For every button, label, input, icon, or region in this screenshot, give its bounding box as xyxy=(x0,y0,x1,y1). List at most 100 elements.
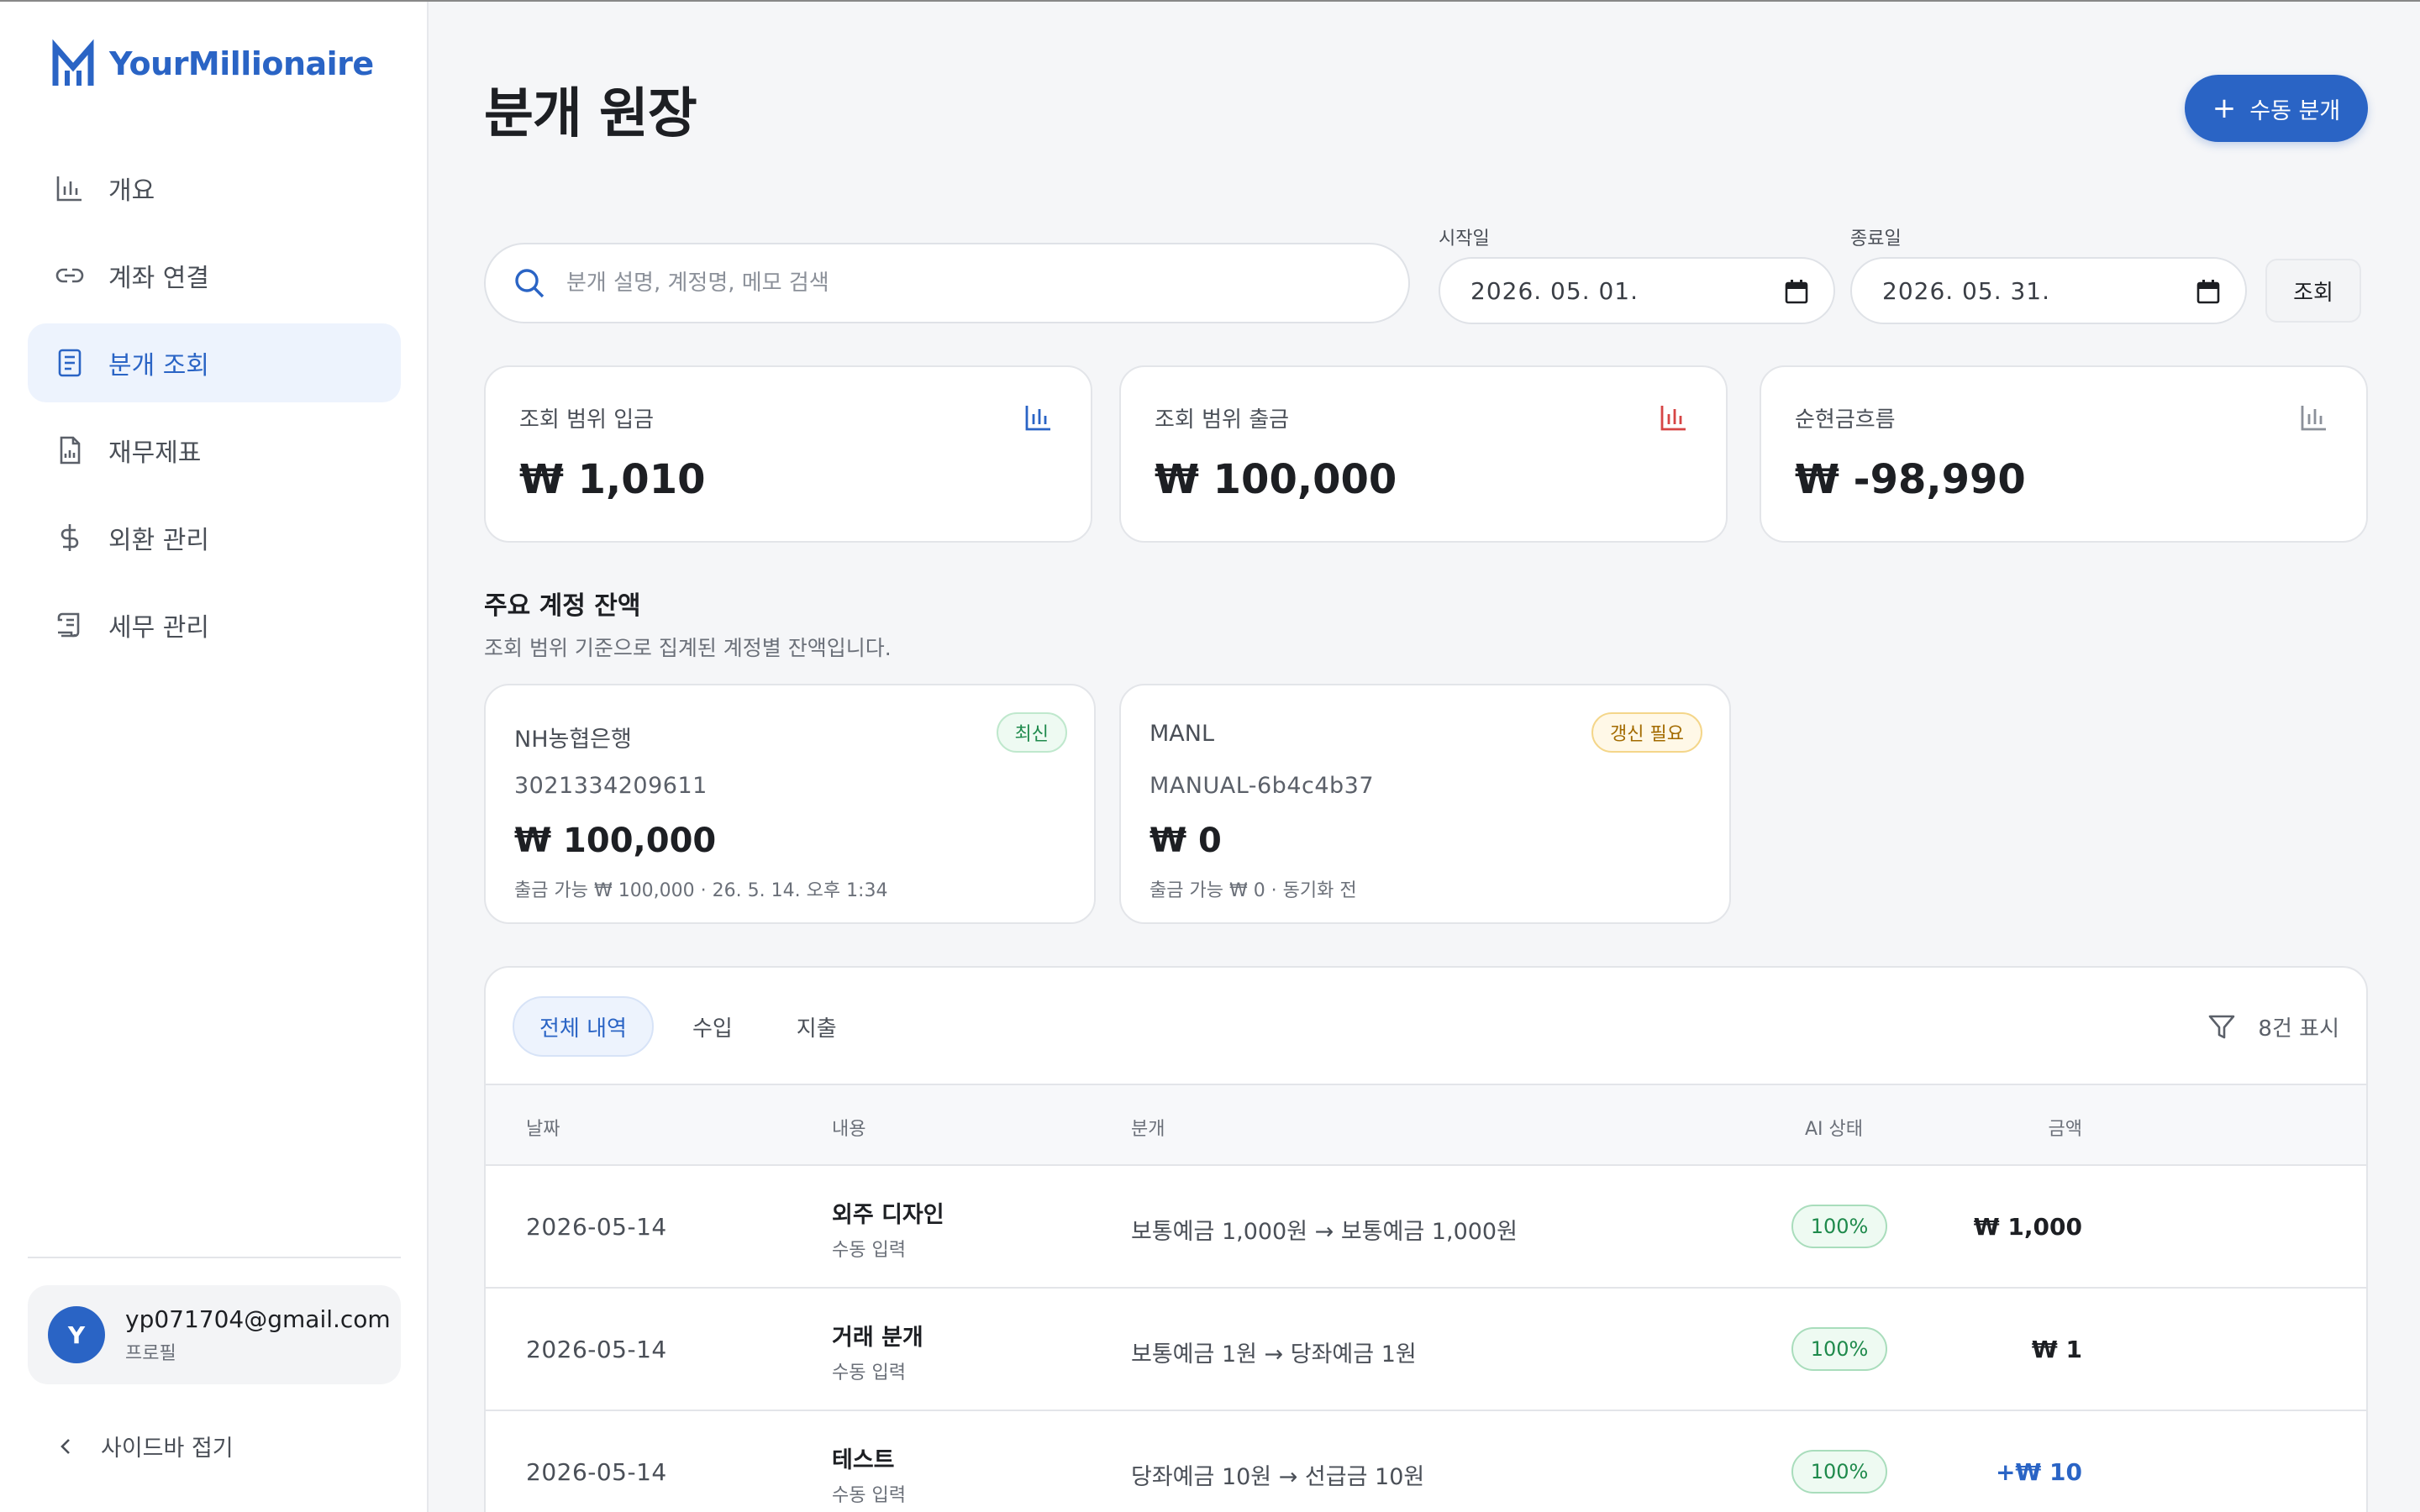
tab-all[interactable]: 전체 내역 xyxy=(513,996,654,1057)
ai-status-badge: 100% xyxy=(1791,1205,1887,1248)
section-title: 주요 계정 잔액 xyxy=(484,591,641,621)
stat-value: ₩ 1,010 xyxy=(519,456,706,503)
stat-value: ₩ -98,990 xyxy=(1795,456,2026,503)
row-count-label: 8건 표시 xyxy=(2258,1016,2339,1042)
stat-card-net-cashflow: 순현금흐름 ₩ -98,990 xyxy=(1760,365,2368,543)
chevron-left-icon xyxy=(60,1438,70,1454)
document-list-icon xyxy=(55,348,85,378)
column-entry: 분개 xyxy=(1131,1119,1165,1140)
end-date-field[interactable]: 2026. 05. 31. xyxy=(1850,257,2247,324)
sidebar-item-account-link[interactable]: 계좌 연결 xyxy=(28,236,401,315)
tab-expense[interactable]: 지출 xyxy=(771,996,862,1057)
column-date: 날짜 xyxy=(526,1119,560,1140)
search-icon xyxy=(515,269,544,298)
row-amount: +₩ 10 xyxy=(1995,1458,2082,1486)
bar-chart-icon xyxy=(1025,406,1050,431)
bar-chart-icon xyxy=(2301,406,2326,431)
row-amount: ₩ 1,000 xyxy=(1973,1213,2082,1241)
account-name: NH농협은행 xyxy=(514,727,632,753)
row-title: 테스트 xyxy=(832,1447,895,1473)
bar-chart-icon xyxy=(1660,406,1686,431)
plus-icon: + xyxy=(2212,92,2237,125)
sidebar-item-financial-statements[interactable]: 재무제표 xyxy=(28,411,401,490)
start-date-value: 2026. 05. 01. xyxy=(1470,276,1639,305)
account-name: MANL xyxy=(1150,721,1215,747)
sidebar-item-overview[interactable]: 개요 xyxy=(28,149,401,228)
ledger-table-card: 전체 내역 수입 지출 8건 표시 날짜 내용 분개 금액 AI 상태 2026… xyxy=(484,966,2368,1512)
ledger-tabs: 전체 내역 수입 지출 xyxy=(513,996,862,1057)
stat-label: 순현금흐름 xyxy=(1795,407,1896,433)
start-date-field[interactable]: 2026. 05. 01. xyxy=(1439,257,1835,324)
profile-email: yp071704@gmail.com xyxy=(125,1305,391,1333)
sidebar-item-label: 재무제표 xyxy=(108,438,202,468)
section-subtitle: 조회 범위 기준으로 집계된 계정별 잔액입니다. xyxy=(484,636,892,660)
profile-link-label: 프로필 xyxy=(125,1342,176,1364)
stat-card-inflow: 조회 범위 입금 ₩ 1,010 xyxy=(484,365,1092,543)
link-icon xyxy=(55,260,85,291)
page-title: 분개 원장 xyxy=(484,83,697,145)
filter-icon xyxy=(2209,1015,2235,1038)
sidebar-item-journal[interactable]: 분개 조회 xyxy=(28,323,401,402)
ai-status-badge: 100% xyxy=(1791,1450,1887,1494)
avatar: Y xyxy=(48,1306,105,1363)
account-meta: 출금 가능 ₩ 100,000 · 26. 5. 14. 오후 1:34 xyxy=(514,880,888,901)
brand[interactable]: YourMillionaire xyxy=(52,39,374,89)
calendar-icon[interactable] xyxy=(2196,279,2220,304)
end-date-label: 종료일 xyxy=(1850,228,1902,249)
table-header: 날짜 내용 분개 금액 AI 상태 xyxy=(486,1084,2366,1166)
column-content: 내용 xyxy=(832,1119,866,1140)
search-bar[interactable] xyxy=(484,243,1410,323)
row-entry: 당좌예금 10원 → 선급금 10원 xyxy=(1131,1464,1425,1490)
sidebar-item-label: 계좌 연결 xyxy=(108,264,209,293)
column-amount: 금액 xyxy=(2048,1119,2082,1140)
row-title: 외주 디자인 xyxy=(832,1202,944,1228)
row-date: 2026-05-14 xyxy=(526,1336,667,1363)
row-title: 거래 분개 xyxy=(832,1325,923,1351)
status-badge: 갱신 필요 xyxy=(1591,712,1702,753)
account-card[interactable]: MANL 갱신 필요 MANUAL-6b4c4b37 ₩ 0 출금 가능 ₩ 0… xyxy=(1119,684,1731,924)
stat-value: ₩ 100,000 xyxy=(1155,456,1397,503)
profile-card[interactable]: Y yp071704@gmail.com 프로필 xyxy=(28,1285,401,1384)
sidebar-item-label: 외환 관리 xyxy=(108,526,209,555)
row-source: 수동 입력 xyxy=(832,1240,906,1261)
sidebar-item-tax[interactable]: 세무 관리 xyxy=(28,585,401,664)
app-window: YourMillionaire 개요 계좌 연결 분개 조회 재무제표 외환 관… xyxy=(0,0,2420,1512)
filter-count[interactable]: 8건 표시 xyxy=(2207,1011,2339,1042)
account-balance: ₩ 100,000 xyxy=(514,822,717,860)
collapse-sidebar-label: 사이드바 접기 xyxy=(101,1436,234,1462)
table-row[interactable]: 2026-05-14 거래 분개 수동 입력 보통예금 1원 → 당좌예금 1원… xyxy=(486,1289,2366,1411)
stat-label: 조회 범위 출금 xyxy=(1155,407,1290,433)
profile-text: yp071704@gmail.com 프로필 xyxy=(125,1305,391,1365)
table-row[interactable]: 2026-05-14 테스트 수동 입력 당좌예금 10원 → 선급금 10원 … xyxy=(486,1411,2366,1512)
sidebar-item-label: 분개 조회 xyxy=(108,351,209,381)
table-row[interactable]: 2026-05-14 외주 디자인 수동 입력 보통예금 1,000원 → 보통… xyxy=(486,1166,2366,1289)
sidebar-item-fx[interactable]: 외환 관리 xyxy=(28,498,401,577)
main-content: 분개 원장 + 수동 분개 시작일 2026. 05. 01. 종료일 2026… xyxy=(430,2,2420,1512)
sidebar-item-label: 개요 xyxy=(108,176,155,206)
calendar-icon[interactable] xyxy=(1785,279,1808,304)
account-meta: 출금 가능 ₩ 0 · 동기화 전 xyxy=(1150,880,1357,901)
account-card[interactable]: NH농협은행 최신 3021334209611 ₩ 100,000 출금 가능 … xyxy=(484,684,1096,924)
sidebar-item-label: 세무 관리 xyxy=(108,613,209,643)
row-source: 수동 입력 xyxy=(832,1485,906,1506)
row-entry: 보통예금 1원 → 당좌예금 1원 xyxy=(1131,1341,1417,1368)
bar-chart-icon xyxy=(55,173,85,203)
sidebar-divider xyxy=(28,1257,401,1258)
tab-income[interactable]: 수입 xyxy=(667,996,758,1057)
row-date: 2026-05-14 xyxy=(526,1213,667,1241)
manual-journal-button[interactable]: + 수동 분개 xyxy=(2185,75,2368,142)
collapse-sidebar-button[interactable]: 사이드바 접기 xyxy=(55,1430,234,1462)
report-icon xyxy=(55,435,85,465)
query-button[interactable]: 조회 xyxy=(2265,259,2361,323)
stat-card-outflow: 조회 범위 출금 ₩ 100,000 xyxy=(1119,365,1728,543)
account-number: 3021334209611 xyxy=(514,773,708,799)
account-number: MANUAL-6b4c4b37 xyxy=(1150,773,1375,799)
sidebar: YourMillionaire 개요 계좌 연결 분개 조회 재무제표 외환 관… xyxy=(0,2,429,1512)
sidebar-nav: 개요 계좌 연결 분개 조회 재무제표 외환 관리 세무 관리 xyxy=(28,149,401,673)
row-source: 수동 입력 xyxy=(832,1362,906,1383)
column-ai-status: AI 상태 xyxy=(1805,1119,1864,1140)
start-date-label: 시작일 xyxy=(1439,228,1490,249)
brand-name: YourMillionaire xyxy=(109,45,374,82)
row-entry: 보통예금 1,000원 → 보통예금 1,000원 xyxy=(1131,1219,1518,1245)
search-input[interactable] xyxy=(566,270,1323,296)
